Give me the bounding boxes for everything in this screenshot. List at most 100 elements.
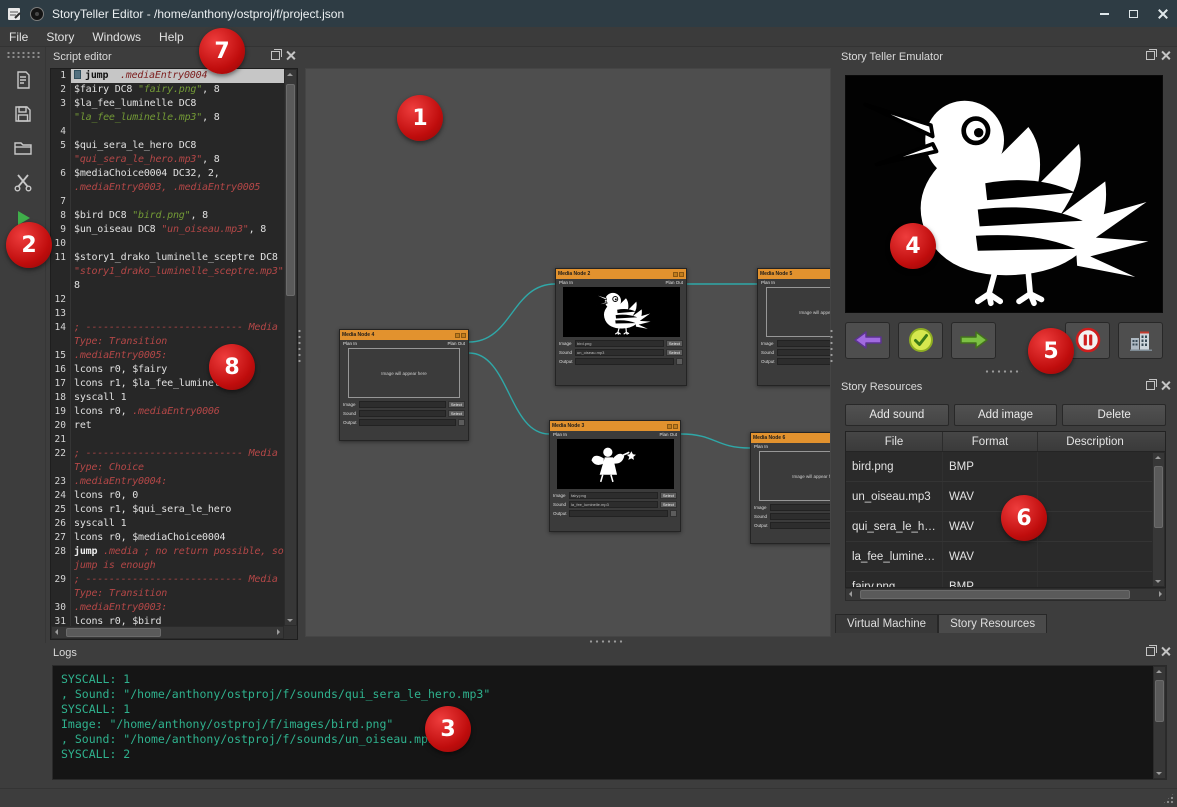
code-line[interactable]: 4 xyxy=(51,125,284,139)
next-button[interactable] xyxy=(951,322,996,359)
column-header-description[interactable]: Description xyxy=(1038,432,1152,451)
splitter-handle[interactable] xyxy=(984,369,1022,374)
float-dock-button[interactable] xyxy=(271,51,280,63)
code-line[interactable]: 22; --------------------------- Media no… xyxy=(51,447,284,461)
node-output-button[interactable] xyxy=(458,419,465,426)
port-out[interactable]: Plan Out xyxy=(665,280,683,285)
code-line[interactable]: 10 xyxy=(51,237,284,251)
add-image-button[interactable]: Add image xyxy=(954,404,1058,426)
node-connection[interactable] xyxy=(681,434,750,448)
graph-node[interactable]: Media Node 5Plan InPlan OutImage will ap… xyxy=(757,268,831,386)
code-line[interactable]: 29; --------------------------- Media no… xyxy=(51,573,284,587)
node-titlebar[interactable]: Media Node 4 xyxy=(340,330,468,340)
node-close-button[interactable] xyxy=(461,333,466,338)
menu-help[interactable]: Help xyxy=(150,28,193,46)
code-line[interactable]: 23.mediaEntry0004: xyxy=(51,475,284,489)
close-dock-button[interactable] xyxy=(1161,51,1170,63)
code-line[interactable]: 25lcons r1, $qui_sera_le_hero xyxy=(51,503,284,517)
code-line[interactable]: 16lcons r0, $fairy xyxy=(51,363,284,377)
node-titlebar[interactable]: Media Node 3 xyxy=(550,421,680,431)
node-minimize-button[interactable] xyxy=(455,333,460,338)
node-close-button[interactable] xyxy=(679,272,684,277)
code-line[interactable]: 27lcons r0, $mediaChoice0004 xyxy=(51,531,284,545)
node-select-button[interactable]: Select xyxy=(448,410,465,417)
node-select-button[interactable]: Select xyxy=(666,349,683,356)
code-line[interactable]: 3$la_fee_luminelle DC8 xyxy=(51,97,284,111)
cut-button[interactable] xyxy=(6,167,40,197)
float-dock-button[interactable] xyxy=(1146,51,1155,63)
graph-node[interactable]: Media Node 4Plan InPlan OutImage will ap… xyxy=(339,329,469,441)
scrollbar-thumb[interactable] xyxy=(66,628,161,637)
table-hscrollbar[interactable] xyxy=(845,588,1166,601)
code-line[interactable]: 14; --------------------------- Media no… xyxy=(51,321,284,335)
splitter-canvas-logs[interactable] xyxy=(588,639,626,644)
port-in[interactable]: Plan In xyxy=(553,432,567,437)
port-in[interactable]: Plan In xyxy=(559,280,573,285)
delete-button[interactable]: Delete xyxy=(1062,404,1166,426)
tab-story-resources[interactable]: Story Resources xyxy=(938,614,1047,633)
code-line[interactable]: 8 xyxy=(51,279,284,293)
code-line[interactable]: 30.mediaEntry0003: xyxy=(51,601,284,615)
splitter-canvas-right[interactable] xyxy=(829,328,834,364)
scroll-left-arrow[interactable] xyxy=(55,629,58,635)
code-line[interactable]: Type: Transition xyxy=(51,335,284,349)
code-line[interactable]: 15.mediaEntry0005: xyxy=(51,349,284,363)
code-line[interactable]: 31lcons r0, $bird xyxy=(51,615,284,626)
resource-row[interactable]: bird.pngBMP xyxy=(846,452,1152,482)
scroll-up-arrow[interactable] xyxy=(1156,670,1162,673)
run-button[interactable] xyxy=(6,203,40,233)
scrollbar-thumb[interactable] xyxy=(860,590,1130,599)
node-output-button[interactable] xyxy=(676,358,683,365)
code-line[interactable]: 12 xyxy=(51,293,284,307)
node-select-button[interactable]: Select xyxy=(660,492,677,499)
table-vscrollbar[interactable] xyxy=(1152,452,1165,587)
graph-node[interactable]: Media Node 6Plan InPlan OutImage will ap… xyxy=(750,432,831,544)
add-sound-button[interactable]: Add sound xyxy=(845,404,949,426)
home-button[interactable] xyxy=(1118,322,1163,359)
node-output-button[interactable] xyxy=(670,510,677,517)
scroll-right-arrow[interactable] xyxy=(277,629,280,635)
node-close-button[interactable] xyxy=(673,424,678,429)
resource-row[interactable]: fairy.pngBMP xyxy=(846,572,1152,587)
editor-hscrollbar[interactable] xyxy=(51,626,284,639)
code-line[interactable]: 28jump .media ; no return possible, so a xyxy=(51,545,284,559)
scroll-down-arrow[interactable] xyxy=(1155,580,1161,583)
resource-row[interactable]: la_fee_lumine…WAV xyxy=(846,542,1152,572)
code-line[interactable]: 8$bird DC8 "bird.png", 8 xyxy=(51,209,284,223)
column-header-format[interactable]: Format xyxy=(943,432,1038,451)
code-line[interactable]: .mediaEntry0003, .mediaEntry0005 xyxy=(51,181,284,195)
code-line[interactable]: 7 xyxy=(51,195,284,209)
port-in[interactable]: Plan In xyxy=(343,341,357,346)
close-dock-button[interactable] xyxy=(286,51,295,63)
code-line[interactable]: "la_fee_luminelle.mp3", 8 xyxy=(51,111,284,125)
code-line[interactable]: 17lcons r1, $la_fee_luminelle xyxy=(51,377,284,391)
scroll-right-arrow[interactable] xyxy=(1159,591,1162,597)
node-connection[interactable] xyxy=(469,353,549,434)
node-minimize-button[interactable] xyxy=(667,424,672,429)
scroll-up-arrow[interactable] xyxy=(1155,456,1161,459)
code-line[interactable]: 24lcons r0, 0 xyxy=(51,489,284,503)
menu-windows[interactable]: Windows xyxy=(83,28,150,46)
code-line[interactable]: 19lcons r0, .mediaEntry0006 xyxy=(51,405,284,419)
pause-button[interactable] xyxy=(1065,322,1110,359)
logs-vscrollbar[interactable] xyxy=(1153,666,1166,779)
port-out[interactable]: Plan Out xyxy=(659,432,677,437)
open-button[interactable] xyxy=(6,133,40,163)
new-script-button[interactable] xyxy=(6,65,40,95)
maximize-button[interactable] xyxy=(1119,0,1148,27)
scroll-up-arrow[interactable] xyxy=(287,73,293,76)
code-line[interactable]: 21 xyxy=(51,433,284,447)
scrollbar-thumb[interactable] xyxy=(1155,680,1164,722)
splitter-script-canvas[interactable] xyxy=(297,328,302,364)
graph-area[interactable]: Media Node 4Plan InPlan OutImage will ap… xyxy=(305,68,831,637)
code-line[interactable]: 18syscall 1 xyxy=(51,391,284,405)
menu-story[interactable]: Story xyxy=(37,28,83,46)
port-in[interactable]: Plan In xyxy=(754,444,768,449)
editor-vscrollbar[interactable] xyxy=(284,69,297,626)
save-button[interactable] xyxy=(6,99,40,129)
tab-virtual-machine[interactable]: Virtual Machine xyxy=(835,614,938,633)
scroll-down-arrow[interactable] xyxy=(1156,772,1162,775)
scrollbar-thumb[interactable] xyxy=(1154,466,1163,528)
minimize-button[interactable] xyxy=(1090,0,1119,27)
scroll-left-arrow[interactable] xyxy=(849,591,852,597)
